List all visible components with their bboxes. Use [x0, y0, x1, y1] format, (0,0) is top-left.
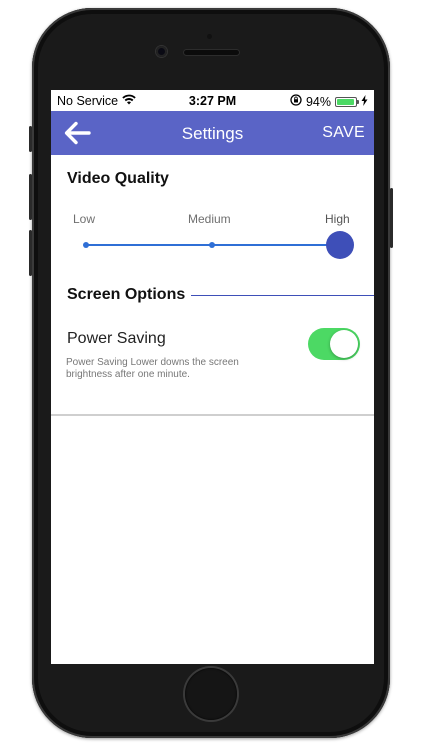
- orientation-lock-icon: [290, 94, 302, 109]
- quality-option-medium[interactable]: Medium: [188, 212, 231, 226]
- video-quality-heading: Video Quality: [67, 170, 169, 187]
- power-saving-label: Power Saving: [67, 330, 166, 347]
- slider-thumb[interactable]: [326, 231, 354, 259]
- slider-stop-medium[interactable]: [209, 242, 215, 248]
- quality-option-high[interactable]: High: [325, 212, 350, 226]
- charging-bolt-icon: [361, 94, 368, 109]
- battery-percent: 94%: [305, 94, 331, 109]
- mute-switch: [29, 126, 32, 152]
- earpiece-speaker: [184, 50, 239, 55]
- slider-stop-low[interactable]: [83, 242, 89, 248]
- power-saving-toggle[interactable]: [308, 328, 360, 360]
- content-divider: [51, 414, 374, 416]
- stage: No Service 3:27 PM 94% Settings SAVE Vid…: [0, 0, 422, 750]
- toggle-knob[interactable]: [330, 330, 358, 358]
- video-quality-slider[interactable]: [83, 236, 340, 254]
- volume-up-button: [29, 174, 32, 220]
- navigation-bar: Settings SAVE: [51, 111, 374, 155]
- save-button[interactable]: SAVE: [322, 124, 365, 142]
- battery-tip: [357, 99, 359, 104]
- quality-option-low[interactable]: Low: [73, 212, 95, 226]
- status-bar: No Service 3:27 PM 94%: [51, 90, 374, 111]
- screen-options-heading: Screen Options: [67, 286, 186, 303]
- power-saving-description: Power Saving Lower downs the screen brig…: [66, 357, 239, 380]
- section-divider-line: [191, 295, 374, 296]
- volume-down-button: [29, 230, 32, 276]
- battery-icon: [335, 96, 359, 107]
- front-camera: [156, 46, 167, 57]
- battery-level-fill: [337, 98, 354, 105]
- app-screen: No Service 3:27 PM 94% Settings SAVE Vid…: [51, 90, 374, 664]
- proximity-sensor: [207, 34, 212, 39]
- home-button[interactable]: [185, 668, 237, 720]
- power-button: [390, 188, 393, 248]
